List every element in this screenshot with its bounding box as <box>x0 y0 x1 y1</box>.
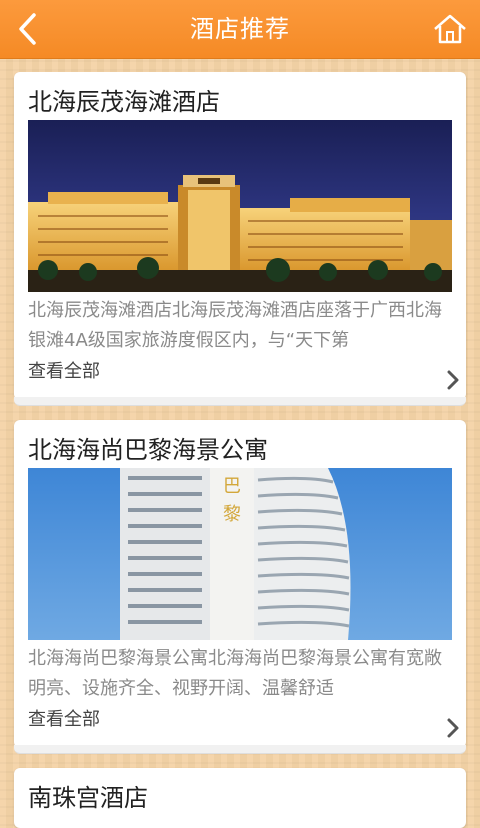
hotel-photo: 巴 黎 <box>28 468 452 640</box>
apartment-tower-photo: 巴 黎 <box>28 468 452 640</box>
view-all-link[interactable]: 查看全部 <box>28 705 100 731</box>
view-all-link[interactable]: 查看全部 <box>28 357 100 383</box>
hotel-card[interactable]: 南珠宫酒店 <box>14 768 466 828</box>
hotel-name: 北海辰茂海滩酒店 <box>28 88 220 116</box>
chevron-right-icon[interactable] <box>444 368 462 392</box>
card-shadow-edge <box>14 745 466 754</box>
hotel-night-photo <box>28 120 452 292</box>
home-icon <box>434 14 466 44</box>
page-title: 酒店推荐 <box>190 15 290 43</box>
home-button[interactable] <box>430 9 470 49</box>
building-sign: 巴 <box>223 476 241 497</box>
building-sign: 黎 <box>223 504 241 525</box>
hotel-photo <box>28 120 452 292</box>
hotel-description: 北海海尚巴黎海景公寓北海海尚巴黎海景公寓有宽敞明亮、设施齐全、视野开阔、温馨舒适 <box>28 648 442 699</box>
hotel-name: 南珠宫酒店 <box>28 784 148 812</box>
top-bar: 酒店推荐 <box>0 0 480 59</box>
chevron-right-icon[interactable] <box>444 716 462 740</box>
hotel-description: 北海辰茂海滩酒店北海辰茂海滩酒店座落于广西北海银滩4A级国家旅游度假区内，与“天… <box>28 300 442 351</box>
hotel-card[interactable]: 北海海尚巴黎海景公寓 巴 黎 北海海尚巴黎海景公寓北海海尚巴黎海景公寓有宽敞明亮… <box>14 420 466 754</box>
hotel-card[interactable]: 北海辰茂海滩酒店 北海辰茂海滩酒店北海辰茂海滩酒店座落于广西北海银滩4A级国家旅… <box>14 72 466 406</box>
hotel-name: 北海海尚巴黎海景公寓 <box>28 436 268 464</box>
card-shadow-edge <box>14 397 466 406</box>
